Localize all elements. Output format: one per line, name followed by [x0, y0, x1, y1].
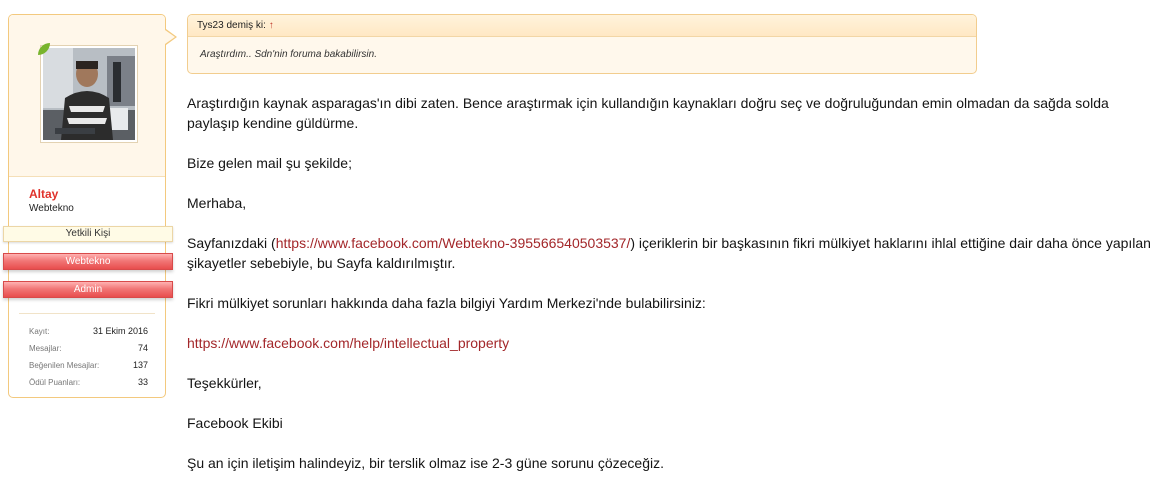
stat-row-messages: Mesajlar: 74: [29, 340, 148, 357]
post-paragraph: Teşekkürler,: [187, 375, 262, 391]
user-stats: Kayıt: 31 Ekim 2016 Mesajlar: 74 Beğenil…: [29, 323, 148, 391]
rank-admin: Admin: [3, 281, 173, 298]
post-paragraph: Sayfanızdaki (https://www.facebook.com/W…: [187, 233, 1157, 273]
post-paragraph: Fikri mülkiyet sorunları hakkında daha f…: [187, 295, 706, 311]
stat-label: Kayıt:: [29, 327, 50, 336]
stat-value: 31 Ekim 2016: [92, 326, 148, 336]
post-paragraph: Bize gelen mail şu şekilde;: [187, 155, 352, 171]
quote-text: Araştırdım.. Sdn'nin foruma bakabilirsin…: [200, 49, 377, 60]
post-paragraph: Araştırdığın kaynak asparagas'ın dibi za…: [187, 95, 1109, 131]
stat-value[interactable]: 33: [138, 374, 148, 391]
user-title: Webtekno: [29, 203, 74, 214]
stat-row-points: Ödül Puanları: 33: [29, 374, 148, 391]
facebook-page-link[interactable]: https://www.facebook.com/Webtekno-395566…: [276, 235, 631, 251]
avatar[interactable]: [40, 45, 138, 143]
user-info-panel: Altay Webtekno Yetkili Kişi Webtekno Adm…: [3, 14, 177, 398]
quote-jump-arrow-icon[interactable]: ↑: [269, 20, 274, 31]
avatar-area: [9, 15, 177, 177]
avatar-image: [43, 48, 135, 140]
post-paragraph: Facebook Ekibi: [187, 415, 283, 431]
post-paragraph: Merhaba,: [187, 195, 247, 211]
stat-label: Beğenilen Mesajlar:: [29, 361, 100, 370]
post-body: Araştırdığın kaynak asparagas'ın dibi za…: [187, 93, 1157, 493]
divider: [19, 313, 155, 314]
stat-row-joined: Kayıt: 31 Ekim 2016: [29, 323, 148, 340]
rank-yetkili-kisi: Yetkili Kişi: [3, 226, 173, 242]
stat-value: 137: [132, 360, 148, 370]
intellectual-property-link[interactable]: https://www.facebook.com/help/intellectu…: [187, 335, 509, 351]
post-paragraph: Şu an için iletişim halindeyiz, bir ters…: [187, 455, 664, 471]
quote-block: Tys23 demiş ki: ↑ Araştırdım.. Sdn'nin f…: [187, 14, 977, 74]
post-paragraph: https://www.facebook.com/help/intellectu…: [187, 333, 1157, 353]
username[interactable]: Altay: [29, 187, 58, 201]
stat-label: Mesajlar:: [29, 344, 62, 353]
quote-attribution: Tys23 demiş ki:: [197, 20, 266, 31]
quote-header: Tys23 demiş ki: ↑: [188, 15, 976, 37]
stat-value[interactable]: 74: [138, 340, 148, 357]
text-segment: Sayfanızdaki (: [187, 235, 276, 251]
panel-arrow-inner: [165, 30, 175, 44]
stat-row-likes: Beğenilen Mesajlar: 137: [29, 357, 148, 374]
avatar-photo-icon: [43, 48, 135, 140]
rank-webtekno: Webtekno: [3, 253, 173, 270]
stat-label: Ödül Puanları:: [29, 378, 81, 387]
